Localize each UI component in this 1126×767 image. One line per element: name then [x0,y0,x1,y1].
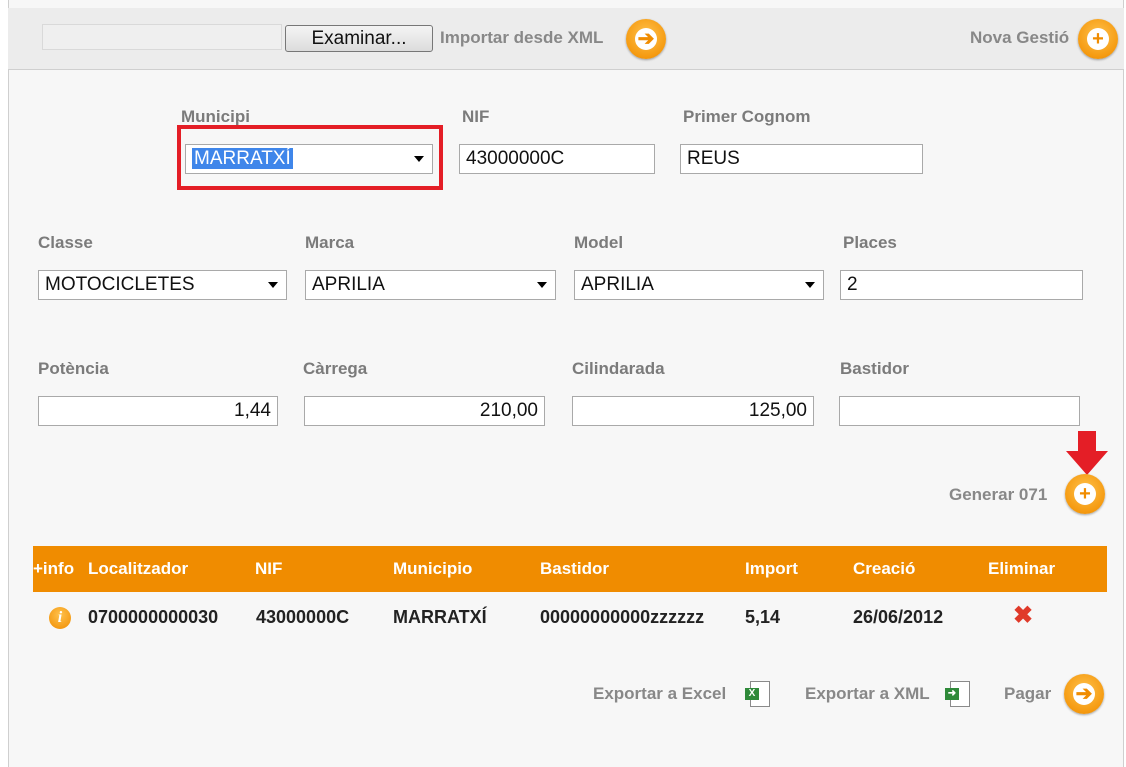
col-info: +info [33,559,75,578]
primer-cognom-label: Primer Cognom [683,107,811,126]
carrega-label: Càrrega [303,359,368,378]
marca-selected-value: APRILIA [312,274,385,295]
import-xml-link[interactable]: Importar desde XML [440,28,603,48]
classe-selected-value: MOTOCICLETES [45,274,195,295]
bastidor-input[interactable] [839,396,1080,426]
delete-x-icon[interactable]: ✖ [1013,601,1033,630]
municipi-label: Municipi [181,107,250,126]
marca-label: Marca [305,233,355,252]
import-xml-button[interactable]: ➔ [626,19,666,59]
cell-municipio: MARRATXÍ [393,607,487,627]
xml-badge: ➜ [945,688,959,700]
pay-button[interactable]: ➔ [1064,674,1104,714]
places-label: Places [843,233,897,252]
cilindrada-label: Cilindarada [572,359,665,378]
col-nif: NIF [255,559,283,578]
col-bastidor: Bastidor [540,559,609,578]
model-selected-value: APRILIA [581,274,654,295]
new-management-link[interactable]: Nova Gestió [970,28,1069,48]
col-eliminar: Eliminar [988,559,1056,578]
main-panel [8,0,1124,767]
col-localitzador: Localitzador [88,559,189,578]
classe-label: Classe [38,233,93,252]
table-header: +info Localitzador NIF Municipio Bastido… [33,546,1107,592]
pay-link[interactable]: Pagar [1004,684,1051,704]
municipi-select[interactable]: MARRATXÍ [185,144,433,174]
chevron-down-icon [268,282,278,288]
col-municipio: Municipio [393,559,473,578]
down-arrow-icon [1066,431,1108,475]
export-excel-link[interactable]: Exportar a Excel [593,684,726,704]
col-creacio: Creació [853,559,916,578]
cilindrada-input[interactable]: 125,00 [572,396,814,426]
cell-nif: 43000000C [256,607,350,627]
arrow-right-circle-icon: ➔ [1073,683,1095,705]
chevron-down-icon [537,282,547,288]
info-icon[interactable]: i [49,607,71,629]
generate-071-link[interactable]: Generar 071 [949,485,1047,505]
potencia-input[interactable]: 1,44 [38,396,278,426]
cell-localitzador: 0700000000030 [88,607,219,627]
new-management-button[interactable]: + [1078,19,1118,59]
generate-071-button[interactable]: + [1065,474,1105,514]
primer-cognom-input[interactable]: REUS [680,144,923,174]
chevron-down-icon [805,282,815,288]
export-xml-link[interactable]: Exportar a XML [805,684,930,704]
xml-file-icon[interactable]: ➜ [945,681,970,707]
cell-import: 5,14 [745,607,781,627]
nif-label: NIF [462,107,490,126]
marca-select[interactable]: APRILIA [305,270,556,300]
excel-file-icon[interactable]: X [745,681,770,707]
chevron-down-icon [414,156,424,162]
file-path-field[interactable] [42,24,282,50]
nif-input[interactable]: 43000000C [459,144,655,174]
col-import: Import [745,559,798,578]
cell-creacio: 26/06/2012 [853,607,944,627]
classe-select[interactable]: MOTOCICLETES [38,270,287,300]
excel-badge: X [745,688,759,700]
potencia-label: Potència [38,359,109,378]
model-label: Model [574,233,624,252]
places-input[interactable]: 2 [840,270,1083,300]
municipi-selected-value: MARRATXÍ [192,148,293,169]
plus-circle-icon: + [1087,28,1109,50]
cell-bastidor: 00000000000zzzzzz [540,607,705,627]
arrow-right-circle-icon: ➔ [635,28,657,50]
bastidor-label: Bastidor [840,359,909,378]
plus-circle-icon: + [1074,483,1096,505]
browse-button[interactable]: Examinar... [285,25,433,52]
carrega-input[interactable]: 210,00 [304,396,545,426]
model-select[interactable]: APRILIA [574,270,824,300]
